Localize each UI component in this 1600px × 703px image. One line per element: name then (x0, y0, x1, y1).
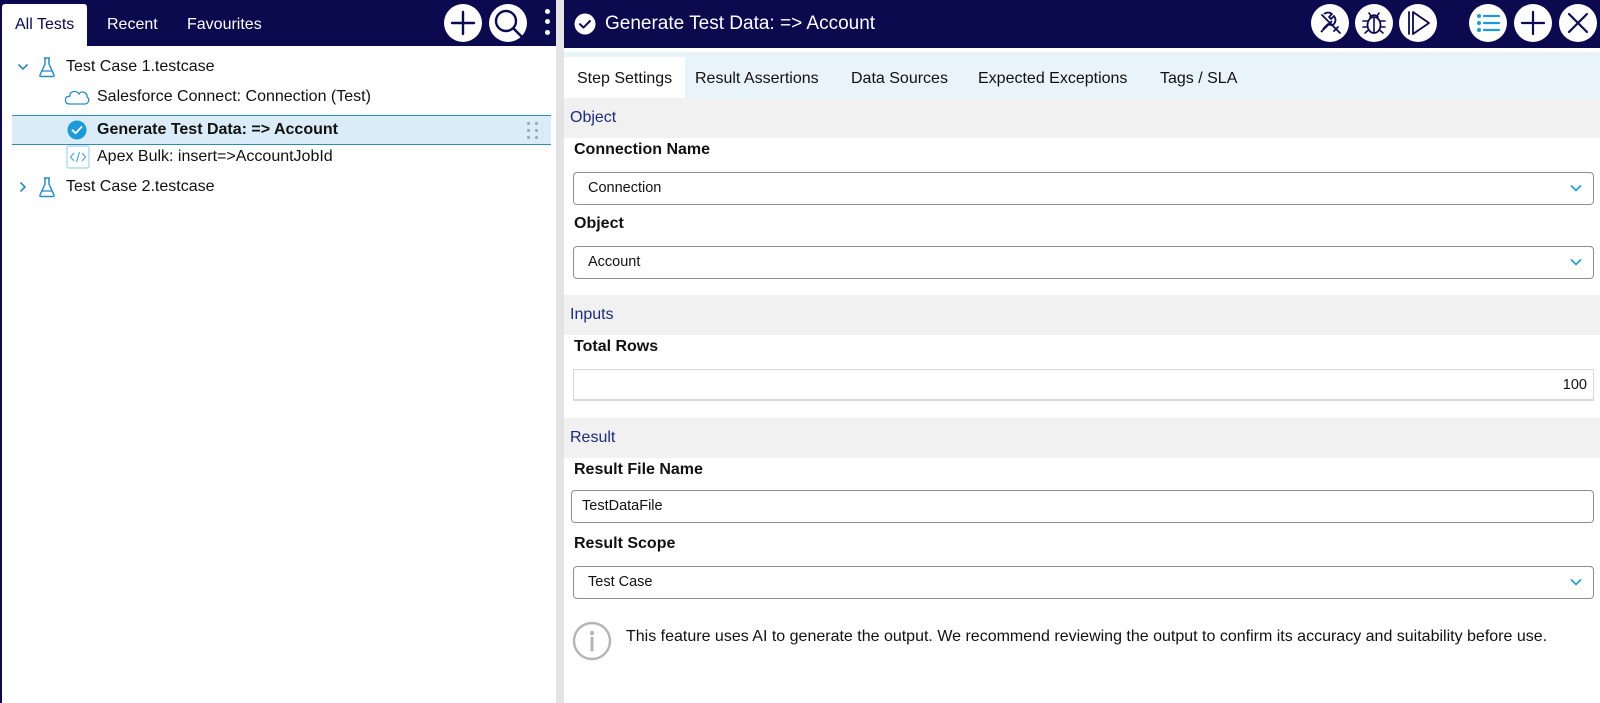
connection-name-label: Connection Name (574, 141, 711, 158)
tab-tags-sla[interactable]: Tags / SLA (1147, 57, 1250, 98)
add-test-button[interactable] (444, 4, 482, 42)
tab-favourites[interactable]: Favourites (174, 0, 275, 46)
tree-item-label: Salesforce Connect: Connection (Test) (97, 88, 371, 105)
tab-data-sources[interactable]: Data Sources (838, 57, 961, 98)
run-icon (1408, 11, 1430, 35)
tab-result-assertions[interactable]: Result Assertions (682, 57, 832, 98)
step-editor-panel: Generate Test Data: => Account Step Sett… (564, 0, 1600, 703)
cloud-icon (64, 88, 90, 106)
section-header-object: Object (564, 98, 1600, 138)
tab-recent[interactable]: Recent (94, 0, 171, 46)
tab-step-settings[interactable]: Step Settings (564, 57, 686, 98)
result-scope-label: Result Scope (574, 535, 676, 552)
result-file-name-label: Result File Name (574, 461, 703, 478)
connection-name-select[interactable]: Connection (573, 172, 1594, 205)
tools-button[interactable] (1311, 4, 1349, 42)
tree-item-label: Test Case 2.testcase (66, 178, 215, 195)
plus-icon (1520, 10, 1546, 36)
tree-item-salesforce-connect[interactable]: Salesforce Connect: Connection (Test) (64, 82, 371, 112)
add-step-button[interactable] (1514, 4, 1552, 42)
tree-item-test-case-2[interactable]: Test Case 2.testcase (16, 172, 215, 202)
result-scope-select[interactable]: Test Case (573, 566, 1594, 599)
chevron-down-icon (1570, 258, 1582, 266)
kebab-menu-icon[interactable] (543, 6, 551, 38)
tree-item-test-case-1[interactable]: Test Case 1.testcase (16, 52, 215, 82)
total-rows-input[interactable]: 100 (573, 369, 1594, 401)
chevron-down-icon[interactable] (16, 61, 30, 73)
connection-name-value: Connection (588, 180, 662, 196)
ai-notice-text: This feature uses AI to generate the out… (626, 628, 1548, 645)
panel-splitter[interactable] (556, 0, 564, 703)
check-circle-icon (66, 120, 88, 140)
tree-item-apex-bulk[interactable]: Apex Bulk: insert=>AccountJobId (66, 142, 333, 172)
plus-icon (450, 10, 476, 36)
tree-item-label: Generate Test Data: => Account (97, 121, 338, 138)
test-explorer-panel: All Tests Recent Favourites Test Case 1.… (0, 0, 556, 703)
close-icon (1567, 12, 1589, 34)
close-button[interactable] (1559, 4, 1597, 42)
list-icon (1477, 14, 1501, 32)
editor-tabs: Step Settings Result Assertions Data Sou… (564, 52, 1600, 98)
bug-icon (1362, 12, 1386, 34)
flask-icon (36, 56, 58, 78)
drag-handle-icon[interactable] (527, 122, 539, 140)
code-icon (66, 145, 90, 169)
step-title: Generate Test Data: => Account (605, 13, 876, 34)
chevron-right-icon[interactable] (16, 181, 30, 193)
chevron-down-icon (1570, 578, 1582, 586)
tab-all-tests[interactable]: All Tests (2, 4, 88, 46)
info-icon (572, 621, 612, 661)
step-list-button[interactable] (1469, 4, 1507, 42)
search-button[interactable] (489, 4, 527, 42)
run-button[interactable] (1399, 4, 1437, 42)
object-select[interactable]: Account (573, 246, 1594, 279)
chevron-down-icon (1570, 184, 1582, 192)
flask-icon (36, 176, 58, 198)
editor-header: Generate Test Data: => Account (564, 0, 1600, 48)
tools-icon (1320, 11, 1341, 34)
object-value: Account (588, 254, 641, 270)
section-header-result: Result (564, 418, 1600, 458)
result-scope-value: Test Case (588, 574, 653, 590)
object-label: Object (574, 215, 624, 232)
check-circle-icon (574, 13, 596, 40)
search-icon (494, 9, 523, 38)
section-header-inputs: Inputs (564, 295, 1600, 335)
tree-item-generate-test-data[interactable]: Generate Test Data: => Account (12, 115, 551, 145)
total-rows-label: Total Rows (574, 338, 659, 355)
ai-notice: This feature uses AI to generate the out… (572, 621, 1592, 661)
tree-item-label: Apex Bulk: insert=>AccountJobId (97, 148, 333, 165)
tree-item-label: Test Case 1.testcase (66, 58, 215, 75)
explorer-toolbar: All Tests Recent Favourites (2, 0, 556, 46)
result-file-name-input[interactable]: TestDataFile (571, 490, 1594, 523)
debug-button[interactable] (1355, 4, 1393, 42)
tab-expected-exceptions[interactable]: Expected Exceptions (965, 57, 1140, 98)
